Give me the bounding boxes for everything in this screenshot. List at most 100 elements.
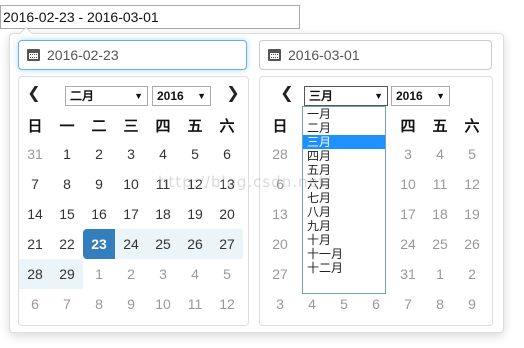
day-cell-in-range[interactable]: 29 <box>51 259 83 289</box>
day-cell-in-range[interactable]: 25 <box>147 229 179 259</box>
year-select-right[interactable]: 2016 ▼ <box>391 86 450 106</box>
day-cell[interactable]: 8 <box>83 289 115 319</box>
day-cell[interactable]: 11 <box>147 169 179 199</box>
day-cell[interactable]: 3 <box>392 139 424 169</box>
week-row: 21 22 23 24 25 26 27 <box>19 229 243 259</box>
year-select-right-value: 2016 <box>396 89 423 103</box>
day-cell[interactable]: 27 <box>264 259 296 289</box>
day-cell[interactable]: 19 <box>179 199 211 229</box>
weekday-header-row: 日 一 二 三 四 五 六 <box>19 111 243 139</box>
day-cell[interactable]: 28 <box>264 139 296 169</box>
day-cell[interactable]: 13 <box>264 199 296 229</box>
day-cell[interactable]: 5 <box>211 259 243 289</box>
month-option[interactable]: 十一月 <box>303 247 385 261</box>
day-cell[interactable]: 10 <box>392 169 424 199</box>
month-option[interactable]: 四月 <box>303 149 385 163</box>
day-cell[interactable]: 18 <box>424 199 456 229</box>
prev-month-icon[interactable]: ❮ <box>25 85 43 103</box>
month-option[interactable]: 一月 <box>303 107 385 121</box>
day-cell[interactable]: 31 <box>19 139 51 169</box>
start-date-field[interactable]: 2016-02-23 <box>18 40 247 70</box>
weekday-label: 三 <box>123 117 139 135</box>
month-dropdown-list: 一月 二月 三月 四月 五月 六月 七月 八月 九月 十月 十一月 十二月 <box>302 106 386 294</box>
day-cell[interactable]: 26 <box>456 229 488 259</box>
day-cell[interactable]: 7 <box>392 289 424 319</box>
day-cell[interactable]: 12 <box>179 169 211 199</box>
day-cell[interactable]: 7 <box>51 289 83 319</box>
day-cell[interactable]: 9 <box>115 289 147 319</box>
day-cell[interactable]: 8 <box>424 289 456 319</box>
day-cell[interactable]: 2 <box>83 139 115 169</box>
day-cell[interactable]: 3 <box>115 139 147 169</box>
day-cell[interactable]: 6 <box>211 139 243 169</box>
day-cell[interactable]: 11 <box>424 169 456 199</box>
day-cell[interactable]: 15 <box>51 199 83 229</box>
day-cell[interactable]: 1 <box>51 139 83 169</box>
day-cell-in-range[interactable]: 28 <box>19 259 51 289</box>
month-option[interactable]: 二月 <box>303 121 385 135</box>
day-cell[interactable]: 10 <box>115 169 147 199</box>
month-select-right[interactable]: 三月 ▼ <box>304 86 388 106</box>
day-cell[interactable]: 2 <box>456 259 488 289</box>
month-option[interactable]: 九月 <box>303 219 385 233</box>
month-option[interactable]: 八月 <box>303 205 385 219</box>
day-cell[interactable]: 6 <box>19 289 51 319</box>
day-cell[interactable]: 1 <box>83 259 115 289</box>
month-option[interactable]: 五月 <box>303 163 385 177</box>
day-cell[interactable]: 17 <box>115 199 147 229</box>
day-cell[interactable]: 9 <box>456 289 488 319</box>
day-cell[interactable]: 4 <box>147 139 179 169</box>
month-option[interactable]: 七月 <box>303 191 385 205</box>
day-cell[interactable]: 20 <box>211 199 243 229</box>
day-cell[interactable]: 5 <box>456 139 488 169</box>
end-date-field[interactable]: 2016-03-01 <box>259 40 492 70</box>
day-cell[interactable]: 18 <box>147 199 179 229</box>
day-cell[interactable]: 19 <box>456 199 488 229</box>
day-cell[interactable]: 21 <box>19 229 51 259</box>
date-range-input[interactable]: 2016-02-23 - 2016-03-01 <box>0 5 300 29</box>
day-cell[interactable]: 20 <box>264 229 296 259</box>
weekday-label: 日 <box>27 117 43 135</box>
next-month-icon[interactable]: ❯ <box>224 85 242 103</box>
chevron-down-icon: ▼ <box>374 91 383 101</box>
day-cell[interactable]: 9 <box>83 169 115 199</box>
day-cell-in-range[interactable]: 24 <box>115 229 147 259</box>
day-cell[interactable]: 12 <box>211 289 243 319</box>
month-select-left[interactable]: 二月 ▼ <box>65 86 148 106</box>
day-cell[interactable]: 2 <box>115 259 147 289</box>
day-cell[interactable]: 17 <box>392 199 424 229</box>
day-cell[interactable]: 12 <box>456 169 488 199</box>
day-cell-in-range[interactable]: 27 <box>211 229 243 259</box>
year-select-left[interactable]: 2016 ▼ <box>152 86 211 106</box>
day-cell[interactable]: 16 <box>83 199 115 229</box>
day-cell[interactable]: 31 <box>392 259 424 289</box>
day-cell[interactable]: 22 <box>51 229 83 259</box>
day-cell-in-range[interactable]: 26 <box>179 229 211 259</box>
day-cell[interactable]: 24 <box>392 229 424 259</box>
weekday-label: 日 <box>272 117 288 135</box>
day-cell[interactable]: 4 <box>424 139 456 169</box>
day-cell[interactable]: 5 <box>179 139 211 169</box>
day-cell[interactable]: 1 <box>424 259 456 289</box>
weekday-label: 六 <box>464 117 480 135</box>
day-cell[interactable]: 3 <box>264 289 296 319</box>
weekday-label: 四 <box>400 117 416 135</box>
day-cell[interactable]: 3 <box>147 259 179 289</box>
day-cell-start-date[interactable]: 23 <box>83 229 115 259</box>
day-cell[interactable]: 4 <box>179 259 211 289</box>
day-cell[interactable]: 10 <box>147 289 179 319</box>
month-option[interactable]: 十月 <box>303 233 385 247</box>
month-option-selected[interactable]: 三月 <box>303 135 385 149</box>
day-cell[interactable]: 14 <box>19 199 51 229</box>
prev-month-icon[interactable]: ❮ <box>278 85 296 103</box>
week-row: 7 8 9 10 11 12 13 <box>19 169 243 199</box>
day-cell[interactable]: 8 <box>51 169 83 199</box>
day-cell[interactable]: 13 <box>211 169 243 199</box>
day-cell[interactable]: 11 <box>179 289 211 319</box>
month-option[interactable]: 十二月 <box>303 261 385 275</box>
chevron-down-icon: ▼ <box>197 91 206 101</box>
day-cell[interactable]: 6 <box>264 169 296 199</box>
day-cell[interactable]: 7 <box>19 169 51 199</box>
month-option[interactable]: 六月 <box>303 177 385 191</box>
day-cell[interactable]: 25 <box>424 229 456 259</box>
